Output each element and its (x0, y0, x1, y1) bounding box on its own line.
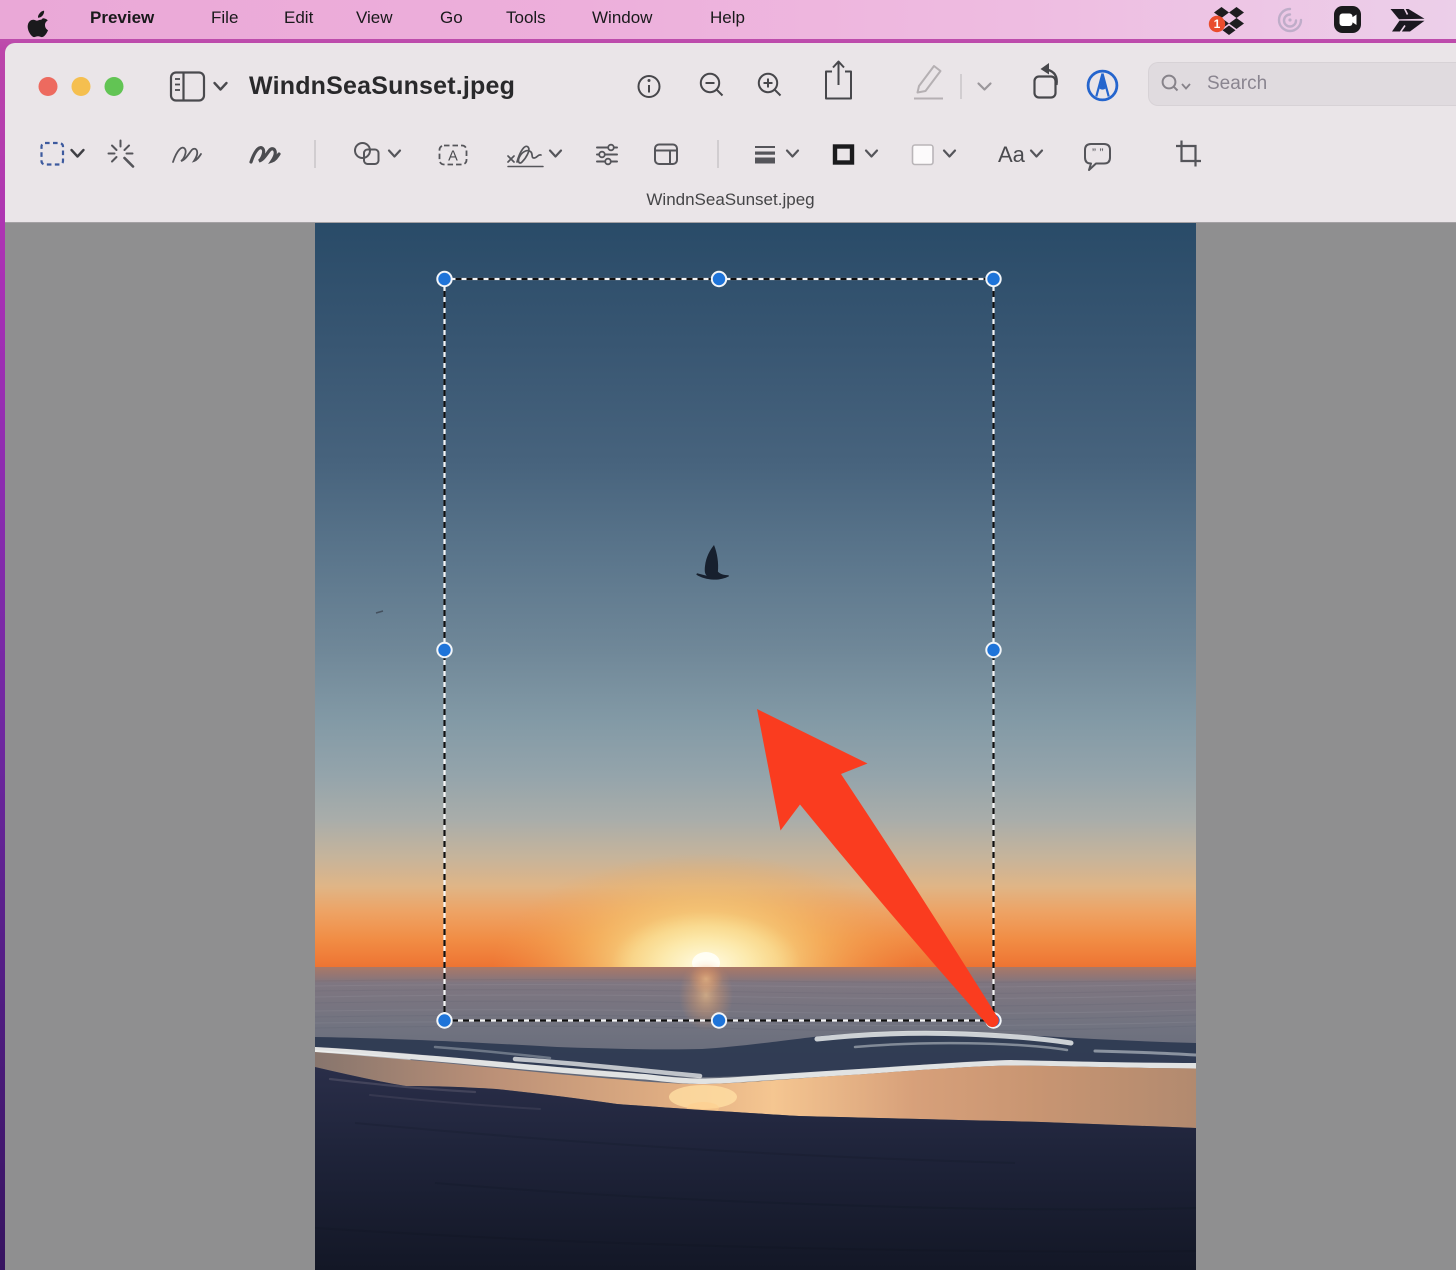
svg-text:Aa: Aa (998, 142, 1026, 167)
svg-text:”: ” (1092, 146, 1096, 160)
svg-text:1: 1 (1214, 17, 1221, 31)
svg-text:”: ” (1100, 146, 1104, 160)
svg-text:A: A (448, 149, 458, 165)
